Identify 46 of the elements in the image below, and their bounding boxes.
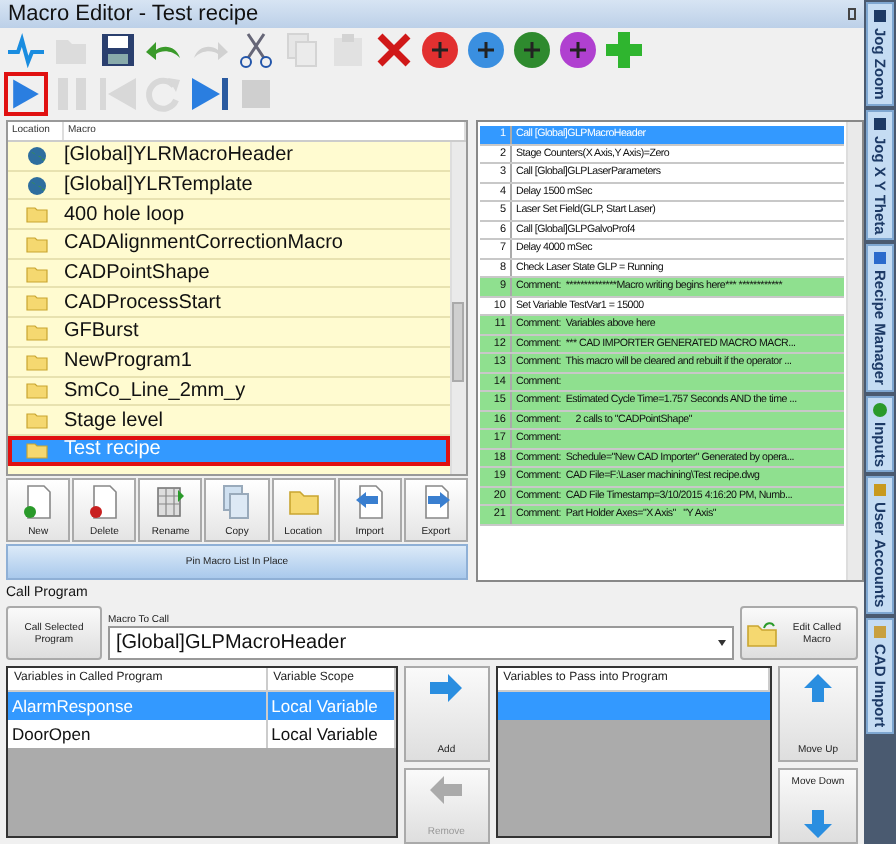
macro-list-item[interactable]: 400 hole loop (8, 200, 450, 231)
folder-icon (25, 233, 47, 254)
plus-circle-icon[interactable] (464, 28, 508, 72)
folder-icon (746, 619, 778, 647)
plus-circle-icon[interactable] (510, 28, 554, 72)
scrollbar[interactable] (846, 122, 862, 580)
delete-page-icon (88, 484, 121, 520)
plus-circle-icon[interactable] (556, 28, 600, 72)
folder-icon (25, 292, 47, 313)
folder-icon (25, 351, 47, 372)
up-arrow-icon (800, 674, 836, 702)
folder-icon (25, 204, 47, 225)
macro-dropdown[interactable]: [Global]GLPMacroHeader (108, 626, 734, 660)
table-row[interactable]: DoorOpen Local Variable (8, 720, 396, 748)
play-button[interactable] (4, 72, 48, 116)
globe-icon (25, 145, 47, 166)
folder-icon (25, 380, 47, 401)
folder-icon (25, 410, 47, 431)
step-forward-button[interactable] (188, 72, 232, 116)
macro-list-item[interactable]: CADProcessStart (8, 288, 450, 319)
new-page-icon (22, 484, 55, 520)
floppy-disk-icon[interactable] (96, 28, 140, 72)
scrollbar[interactable] (450, 142, 466, 474)
folder-icon (25, 321, 47, 342)
folder-icon (25, 263, 47, 284)
window-title: Macro Editor - Test recipe (8, 2, 259, 26)
grid-page-icon (154, 484, 187, 520)
x-icon[interactable] (372, 28, 416, 72)
pin-icon[interactable] (848, 8, 856, 20)
macro-list-item[interactable]: [Global]YLRMacroHeader (8, 142, 450, 172)
copy-icon (220, 484, 253, 520)
folder-icon (25, 439, 47, 460)
right-arrow-icon (428, 674, 465, 702)
macro-list-item[interactable]: SmCo_Line_2mm_y (8, 377, 450, 407)
macro-list-item[interactable]: GFBurst (8, 318, 450, 348)
scissors-icon[interactable] (234, 28, 278, 72)
pulse-icon[interactable] (4, 28, 48, 72)
circle-icon (872, 401, 888, 418)
macro-list-item[interactable]: CADPointShape (8, 259, 450, 289)
macro-list-item[interactable]: NewProgram1 (8, 347, 450, 377)
macro-list-item[interactable]: [Global]YLRTemplate (8, 171, 450, 201)
left-arrow-icon (428, 776, 465, 804)
plus-circle-icon[interactable] (418, 28, 462, 72)
down-arrow-icon (800, 810, 836, 838)
globe-icon (25, 175, 47, 196)
macro-list-item[interactable]: CADAlignmentCorrectionMacro (8, 230, 450, 260)
